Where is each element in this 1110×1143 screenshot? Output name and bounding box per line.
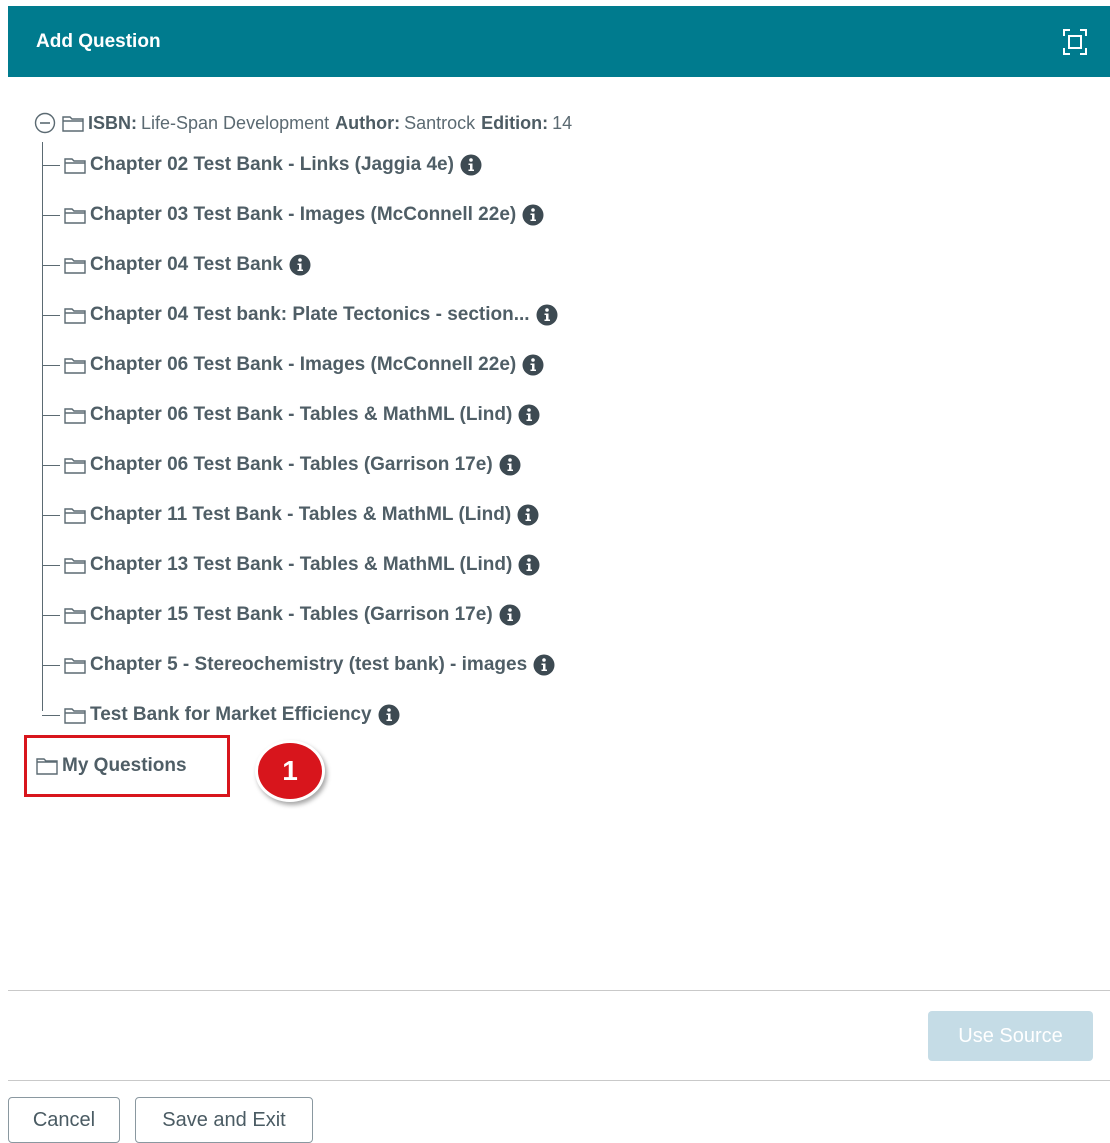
isbn-label: ISBN: bbox=[88, 112, 137, 133]
folder-icon bbox=[64, 608, 86, 624]
info-icon[interactable] bbox=[518, 404, 540, 426]
tree-node-test-bank[interactable]: Chapter 15 Test Bank - Tables (Garrison … bbox=[42, 602, 521, 628]
tree-node-label: Chapter 06 Test Bank - Tables (Garrison … bbox=[90, 454, 493, 475]
tree-node-test-bank[interactable]: Chapter 04 Test bank: Plate Tectonics - … bbox=[42, 302, 558, 328]
tree-node-label: Test Bank for Market Efficiency bbox=[90, 704, 372, 725]
tree-branch-line bbox=[42, 314, 60, 316]
tree-node-label: Chapter 02 Test Bank - Links (Jaggia 4e) bbox=[90, 154, 454, 175]
info-icon[interactable] bbox=[533, 654, 555, 676]
tree-node-test-bank[interactable]: Chapter 04 Test Bank bbox=[42, 252, 311, 278]
tree-node-label: Chapter 5 - Stereochemistry (test bank) … bbox=[90, 654, 528, 675]
collapse-icon[interactable] bbox=[34, 112, 56, 134]
info-icon[interactable] bbox=[378, 704, 400, 726]
my-questions-label: My Questions bbox=[62, 755, 187, 776]
tree-branch-line bbox=[42, 514, 60, 516]
tree-branch-line bbox=[42, 464, 60, 466]
info-icon[interactable] bbox=[460, 154, 482, 176]
question-source-tree: ISBN: Life-Span Development Author: Sant… bbox=[0, 0, 1110, 802]
folder-icon bbox=[36, 758, 58, 775]
info-icon[interactable] bbox=[289, 254, 311, 276]
tree-node-test-bank[interactable]: Chapter 5 - Stereochemistry (test bank) … bbox=[42, 652, 555, 678]
folder-icon bbox=[64, 358, 86, 374]
folder-icon bbox=[64, 158, 86, 174]
tree-branch-line bbox=[42, 414, 60, 416]
tree-branch-line bbox=[42, 614, 60, 616]
info-icon[interactable] bbox=[522, 204, 544, 226]
tree-node-label: Chapter 13 Test Bank - Tables & MathML (… bbox=[90, 554, 513, 575]
tree-node-label: Chapter 15 Test Bank - Tables (Garrison … bbox=[90, 604, 493, 625]
tree-branch-line bbox=[42, 714, 60, 716]
tree-node-test-bank[interactable]: Test Bank for Market Efficiency bbox=[42, 702, 400, 728]
edition-value: 14 bbox=[552, 112, 573, 133]
folder-icon bbox=[64, 658, 86, 674]
tree-node-test-bank[interactable]: Chapter 06 Test Bank - Tables & MathML (… bbox=[42, 402, 540, 428]
tree-node-my-questions[interactable]: My Questions bbox=[36, 753, 187, 779]
folder-icon bbox=[64, 458, 86, 474]
info-icon[interactable] bbox=[518, 554, 540, 576]
folder-icon bbox=[64, 258, 86, 274]
folder-icon bbox=[64, 558, 86, 574]
save-and-exit-button[interactable]: Save and Exit bbox=[135, 1097, 313, 1143]
tree-root-node[interactable]: ISBN: Life-Span Development Author: Sant… bbox=[34, 110, 578, 136]
tree-node-test-bank[interactable]: Chapter 03 Test Bank - Images (McConnell… bbox=[42, 202, 544, 228]
cancel-button[interactable]: Cancel bbox=[8, 1097, 120, 1143]
folder-icon bbox=[64, 308, 86, 324]
divider bbox=[8, 990, 1110, 991]
edition-label: Edition: bbox=[481, 112, 549, 133]
folder-icon bbox=[64, 408, 86, 424]
tree-node-label: Chapter 11 Test Bank - Tables & MathML (… bbox=[90, 504, 512, 525]
tree-branch-line bbox=[42, 164, 60, 166]
tree-node-test-bank[interactable]: Chapter 06 Test Bank - Images (McConnell… bbox=[42, 352, 544, 378]
tree-branch-line bbox=[42, 564, 60, 566]
tree-branch-line bbox=[42, 664, 60, 666]
tree-branch-line bbox=[42, 214, 60, 216]
tree-node-label: Chapter 03 Test Bank - Images (McConnell… bbox=[90, 204, 517, 225]
tree-node-label: Chapter 04 Test Bank bbox=[90, 254, 283, 275]
tree-node-test-bank[interactable]: Chapter 13 Test Bank - Tables & MathML (… bbox=[42, 552, 540, 578]
tree-node-test-bank[interactable]: Chapter 02 Test Bank - Links (Jaggia 4e) bbox=[42, 152, 482, 178]
info-icon[interactable] bbox=[536, 304, 558, 326]
tree-node-label: Chapter 06 Test Bank - Tables & MathML (… bbox=[90, 404, 513, 425]
info-icon[interactable] bbox=[517, 504, 539, 526]
tree-node-test-bank[interactable]: Chapter 06 Test Bank - Tables (Garrison … bbox=[42, 452, 521, 478]
author-value: Santrock bbox=[404, 112, 476, 133]
tree-node-test-bank[interactable]: Chapter 11 Test Bank - Tables & MathML (… bbox=[42, 502, 539, 528]
tree-branch-line bbox=[42, 364, 60, 366]
folder-icon bbox=[64, 708, 86, 724]
isbn-value: Life-Span Development bbox=[141, 112, 330, 133]
info-icon[interactable] bbox=[499, 454, 521, 476]
info-icon[interactable] bbox=[522, 354, 544, 376]
step-callout-badge: 1 bbox=[255, 740, 325, 802]
use-source-button[interactable]: Use Source bbox=[928, 1011, 1093, 1061]
folder-open-icon bbox=[62, 116, 84, 132]
divider bbox=[8, 1080, 1110, 1081]
tree-node-label: Chapter 04 Test bank: Plate Tectonics - … bbox=[90, 304, 530, 325]
tree-branch-line bbox=[42, 264, 60, 266]
info-icon[interactable] bbox=[499, 604, 521, 626]
folder-icon bbox=[64, 208, 86, 224]
folder-icon bbox=[64, 508, 86, 524]
tree-node-label: Chapter 06 Test Bank - Images (McConnell… bbox=[90, 354, 517, 375]
author-label: Author: bbox=[335, 112, 401, 133]
